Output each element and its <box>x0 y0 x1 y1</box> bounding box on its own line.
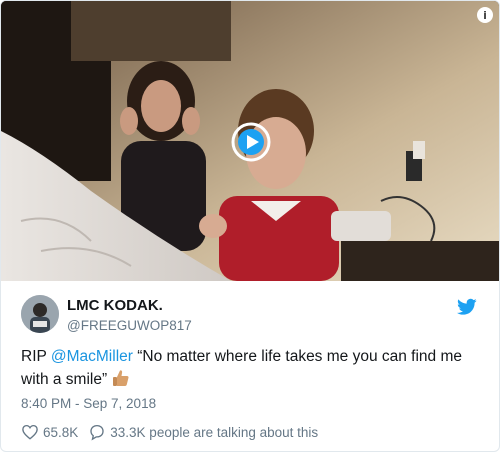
user-handle[interactable]: @FREEGUWOP817 <box>67 317 192 335</box>
tweet-text-prefix: RIP <box>21 348 51 365</box>
like-count: 65.8K <box>43 424 79 440</box>
tweet-header: LMC KODAK. @FREEGUWOP817 <box>21 295 479 335</box>
twitter-bird-icon[interactable] <box>457 298 477 316</box>
avatar[interactable] <box>21 295 59 333</box>
speech-bubble-icon <box>90 424 104 441</box>
heart-icon <box>22 424 38 440</box>
tweet-text: RIP @MacMiller “No matter where life tak… <box>21 346 481 395</box>
info-glyph: i <box>483 8 487 22</box>
info-icon[interactable]: i <box>477 7 493 23</box>
thumbs-up-emoji <box>111 368 131 395</box>
conversation-link[interactable]: 33.3K people are talking about this <box>88 423 318 441</box>
like-button[interactable]: 65.8K <box>21 423 78 441</box>
tweet-timestamp[interactable]: 8:40 PM - Sep 7, 2018 <box>21 396 156 411</box>
play-icon[interactable] <box>230 121 272 163</box>
display-name[interactable]: LMC KODAK. <box>67 297 192 315</box>
mention-link[interactable]: @MacMiller <box>51 348 133 365</box>
talking-count: 33.3K people are talking about this <box>110 424 319 440</box>
tweet-card[interactable]: i LMC KODAK. @FREEGUWOP817 RIP @MacMille… <box>0 0 500 452</box>
tweet-actions: 65.8K 33.3K people are talking about thi… <box>21 423 318 441</box>
video-thumbnail[interactable]: i <box>1 1 499 281</box>
